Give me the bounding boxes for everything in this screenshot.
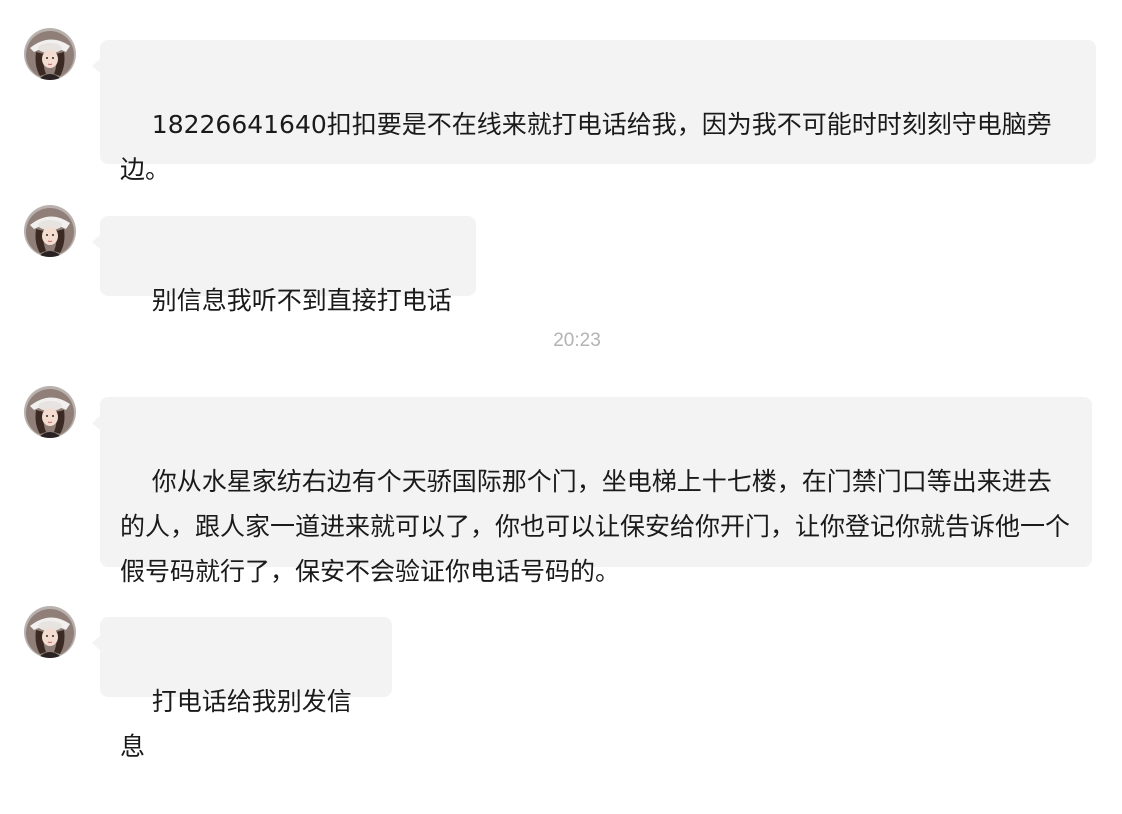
- contact-avatar-icon[interactable]: [24, 205, 76, 257]
- message-text: 别信息我听不到直接打电话: [151, 286, 452, 315]
- message-text: 18226641640扣扣要是不在线来就打电话给我，因为我不可能时时刻刻守电脑旁…: [120, 110, 1052, 184]
- contact-avatar-icon[interactable]: [24, 386, 76, 438]
- message-bubble[interactable]: 打电话给我别发信息: [92, 617, 392, 761]
- message-bubble[interactable]: 别信息我听不到直接打电话: [92, 216, 476, 315]
- message-bubble[interactable]: 你从水星家纺右边有个天骄国际那个门，坐电梯上十七楼，在门禁门口等出来进去的人，跟…: [92, 397, 1092, 586]
- message-text: 你从水星家纺右边有个天骄国际那个门，坐电梯上十七楼，在门禁门口等出来进去的人，跟…: [120, 467, 1071, 586]
- message-text: 打电话给我别发信息: [120, 687, 352, 761]
- contact-avatar-icon[interactable]: [24, 606, 76, 658]
- message-timestamp: 20:23: [553, 330, 601, 351]
- message-bubble[interactable]: 18226641640扣扣要是不在线来就打电话给我，因为我不可能时时刻刻守电脑旁…: [92, 40, 1096, 184]
- contact-avatar-icon[interactable]: [24, 28, 76, 80]
